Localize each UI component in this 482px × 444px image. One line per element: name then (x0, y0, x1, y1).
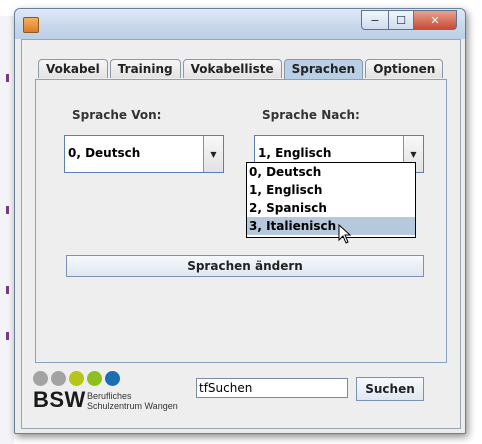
dropdown-option-hovered[interactable]: 3, Italienisch (247, 217, 415, 235)
logo-subtitle-line2: Schulzentrum Wangen (87, 401, 178, 411)
minimize-button[interactable]: − (361, 10, 389, 30)
breakpoint-marker (6, 74, 9, 82)
search-input[interactable]: tfSuchen (196, 378, 348, 398)
tab-bar: Vokabel Training Vokabelliste Sprachen O… (38, 59, 445, 79)
window-controls: − ☐ ✕ (361, 10, 457, 30)
tab-vokabelliste[interactable]: Vokabelliste (182, 59, 282, 78)
tab-training[interactable]: Training (109, 59, 181, 78)
sprache-von-label: Sprache Von: (72, 108, 162, 122)
logo-dot (51, 371, 66, 386)
sprache-nach-label: Sprache Nach: (262, 108, 360, 122)
breakpoint-marker (6, 332, 9, 340)
search-input-value: tfSuchen (199, 381, 253, 395)
tab-optionen[interactable]: Optionen (365, 59, 444, 78)
logo-dot (87, 371, 102, 386)
dropdown-option[interactable]: 0, Deutsch (247, 163, 415, 181)
logo-subtitle: Berufliches Schulzentrum Wangen (87, 391, 178, 411)
bsw-logo: BSW Berufliches Schulzentrum Wangen (33, 371, 183, 412)
logo-dot (105, 371, 120, 386)
sprache-nach-value: 1, Englisch (258, 146, 332, 160)
tab-vokabel[interactable]: Vokabel (38, 59, 108, 78)
sprache-von-value: 0, Deutsch (68, 146, 141, 160)
logo-dot (33, 371, 48, 386)
chevron-down-icon[interactable]: ▼ (203, 136, 223, 172)
sprache-nach-dropdown-list: 0, Deutsch 1, Englisch 2, Spanisch 3, It… (246, 162, 416, 238)
close-button[interactable]: ✕ (414, 10, 457, 30)
sprache-von-combobox[interactable]: 0, Deutsch ▼ (64, 135, 224, 173)
dropdown-option[interactable]: 1, Englisch (247, 181, 415, 199)
sprachen-aendern-button[interactable]: Sprachen ändern (66, 255, 424, 277)
tab-sprachen[interactable]: Sprachen (283, 59, 364, 79)
maximize-button[interactable]: ☐ (389, 10, 414, 30)
java-app-icon (23, 17, 39, 33)
search-button[interactable]: Suchen (356, 377, 424, 401)
background-editor-margin (0, 16, 14, 444)
logo-text: BSW (33, 387, 86, 412)
dropdown-option[interactable]: 2, Spanisch (247, 199, 415, 217)
mouse-cursor-icon (338, 224, 352, 244)
logo-dot (69, 371, 84, 386)
logo-subtitle-line1: Berufliches (87, 391, 132, 401)
breakpoint-marker (6, 286, 9, 294)
title-bar[interactable]: − ☐ ✕ (15, 9, 465, 39)
breakpoint-marker (6, 206, 9, 214)
